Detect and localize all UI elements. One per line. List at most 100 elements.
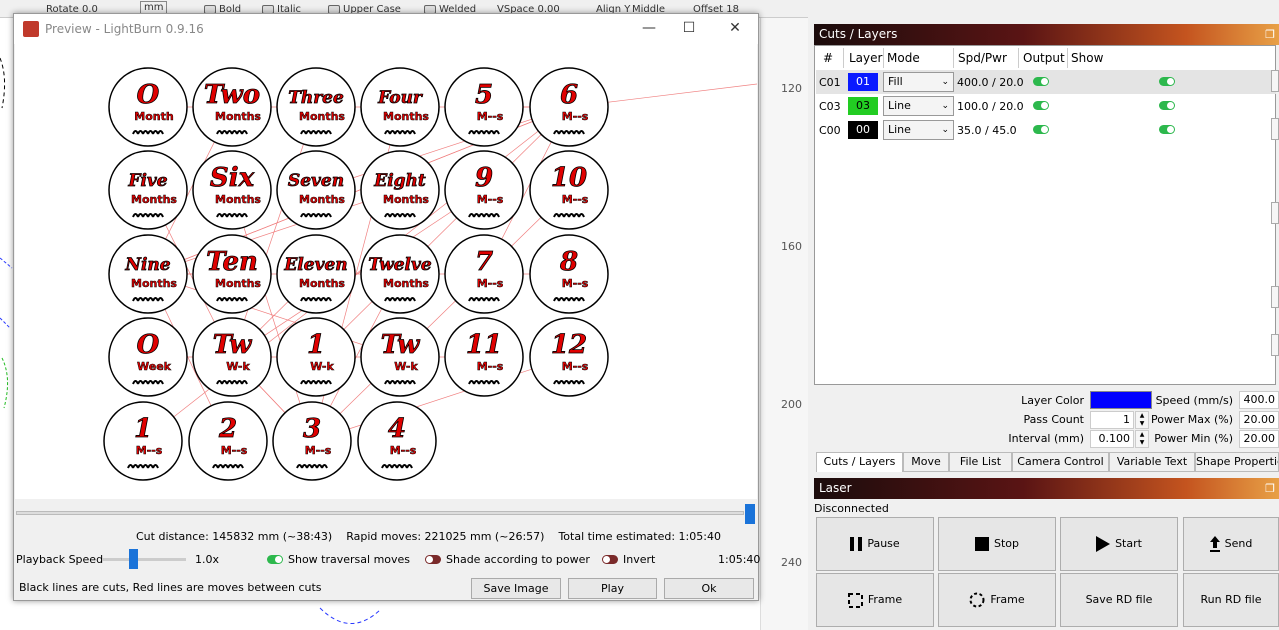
mode-select[interactable]: Line ⌄: [883, 96, 954, 116]
speed-input[interactable]: 400.0: [1239, 391, 1279, 409]
badge-subtitle: Months: [383, 277, 429, 290]
badge-circle: 3M--s: [272, 401, 352, 481]
side-stub-button[interactable]: [1271, 334, 1279, 356]
side-stub-button[interactable]: [1271, 286, 1279, 308]
col-header-layer: Layer: [849, 51, 883, 65]
show-toggle[interactable]: [1159, 101, 1175, 110]
side-stub-button[interactable]: [1271, 202, 1279, 224]
invert-toggle[interactable]: [602, 555, 618, 564]
start-button[interactable]: Start: [1060, 517, 1178, 571]
badge-title: 12: [551, 330, 587, 360]
col-header-output: Output: [1023, 51, 1065, 65]
output-toggle[interactable]: [1033, 101, 1049, 110]
tab-file-list[interactable]: File List: [949, 452, 1012, 472]
play-button[interactable]: Play: [568, 578, 657, 599]
cut-distance: Cut distance: 145832 mm (~38:43): [136, 530, 333, 543]
playback-speed-track[interactable]: [102, 558, 186, 561]
badge-subtitle: Months: [131, 277, 177, 290]
mode-select[interactable]: Line ⌄: [883, 120, 954, 140]
badge-title: 1: [134, 414, 152, 444]
badge-title: 6: [560, 80, 578, 110]
badge-title: 5: [475, 80, 493, 110]
ruler-tick: 240: [781, 556, 802, 569]
side-stub-button[interactable]: [1271, 118, 1279, 140]
frame-rect-button[interactable]: Frame: [816, 573, 934, 627]
power-max-input[interactable]: 20.00: [1239, 411, 1279, 429]
table-row[interactable]: C00 00 Line ⌄ 35.0 / 45.0: [816, 118, 1276, 142]
power-min-input[interactable]: 20.00: [1239, 430, 1279, 448]
stop-icon: [974, 537, 989, 551]
layer-color-label: Layer Color: [1021, 394, 1084, 407]
cuts-layers-header[interactable]: Cuts / Layers ❐: [814, 24, 1279, 45]
output-toggle[interactable]: [1033, 125, 1049, 134]
col-header-mode: Mode: [887, 51, 920, 65]
upload-arrow-icon: [1209, 536, 1220, 552]
playback-speed-label: Playback Speed: [16, 553, 104, 566]
tab-variable-text[interactable]: Variable Text: [1109, 452, 1195, 472]
chevron-down-icon: ⌄: [941, 125, 949, 135]
spd-pwr: 100.0 / 20.0: [957, 100, 1024, 113]
undock-icon[interactable]: ❐: [1265, 478, 1275, 499]
table-row[interactable]: C01 01 Fill ⌄ 400.0 / 20.0: [816, 70, 1276, 94]
preview-drawing: O Month Two Months Three Months Four Months 5 M--…: [15, 44, 757, 499]
frame-rect-icon: [847, 592, 863, 608]
badge-title: Seven: [288, 171, 344, 191]
progress-slider-track[interactable]: [16, 511, 744, 515]
badge-circle: Three Months: [276, 67, 356, 147]
badge-subtitle: M--s: [562, 277, 589, 290]
badge-circle: 7M--s: [444, 234, 524, 314]
side-stub-button[interactable]: [1271, 70, 1279, 92]
undock-icon[interactable]: ❐: [1265, 24, 1275, 45]
badge-subtitle: Months: [215, 110, 261, 123]
pass-count-stepper[interactable]: ▲ ▼: [1135, 411, 1149, 429]
play-icon: [1096, 536, 1111, 552]
layer-color-swatch[interactable]: [1090, 391, 1152, 409]
layer-chip[interactable]: 03: [848, 97, 878, 115]
output-toggle[interactable]: [1033, 77, 1049, 86]
badge-title: 7: [475, 247, 493, 277]
layer-chip[interactable]: 00: [848, 121, 878, 139]
tab-camera-control[interactable]: Camera Control: [1012, 452, 1109, 472]
tab-move[interactable]: Move: [903, 452, 949, 472]
badge-title: 9: [475, 163, 493, 193]
table-row[interactable]: C03 03 Line ⌄ 100.0 / 20.0: [816, 94, 1276, 118]
pause-icon: [850, 537, 863, 551]
badge-circle: 10M--s: [529, 150, 609, 230]
badge-subtitle: Months: [383, 193, 429, 206]
badge-circle: 4M--s: [357, 401, 437, 481]
ok-button[interactable]: Ok: [664, 578, 754, 599]
minimize-icon[interactable]: —: [634, 18, 664, 38]
show-toggle[interactable]: [1159, 77, 1175, 86]
badge-subtitle: M--s: [136, 444, 163, 457]
shade-power-toggle[interactable]: [425, 555, 441, 564]
interval-input[interactable]: 0.100: [1090, 430, 1134, 448]
save-image-button[interactable]: Save Image: [471, 578, 561, 599]
pass-count-input[interactable]: 1: [1090, 411, 1134, 429]
stop-button[interactable]: Stop: [938, 517, 1056, 571]
badge-title: 1: [307, 330, 325, 360]
mode-select[interactable]: Fill ⌄: [883, 72, 954, 92]
pause-button[interactable]: Pause: [816, 517, 934, 571]
save-rd-file-button[interactable]: Save RD file: [1060, 573, 1178, 627]
send-button[interactable]: Send: [1183, 517, 1279, 571]
badge-subtitle: Months: [383, 110, 429, 123]
run-rd-file-button[interactable]: Run RD file: [1183, 573, 1279, 627]
frame-circle-button[interactable]: Frame: [938, 573, 1056, 627]
tab-cuts-layers[interactable]: Cuts / Layers: [816, 452, 903, 472]
interval-stepper[interactable]: ▲ ▼: [1135, 430, 1149, 448]
badge-title: 3: [303, 414, 321, 444]
pass-count-label: Pass Count: [1023, 413, 1084, 426]
layer-chip[interactable]: 01: [848, 73, 878, 91]
badge-circle: 1M--s: [103, 401, 183, 481]
close-icon[interactable]: ✕: [720, 18, 750, 38]
maximize-icon[interactable]: ☐: [674, 18, 704, 38]
badge-circle: Four Months: [360, 67, 440, 147]
show-toggle[interactable]: [1159, 125, 1175, 134]
col-header-show: Show: [1071, 51, 1104, 65]
preview-title-bar[interactable]: Preview - LightBurn 0.9.16 — ☐ ✕: [14, 14, 758, 44]
laser-header[interactable]: Laser ❐: [814, 478, 1279, 499]
progress-slider-thumb[interactable]: [745, 504, 755, 524]
playback-speed-thumb[interactable]: [129, 549, 138, 569]
tab-shape-properties[interactable]: Shape Properties: [1195, 452, 1279, 472]
show-traversal-toggle[interactable]: [267, 555, 283, 564]
